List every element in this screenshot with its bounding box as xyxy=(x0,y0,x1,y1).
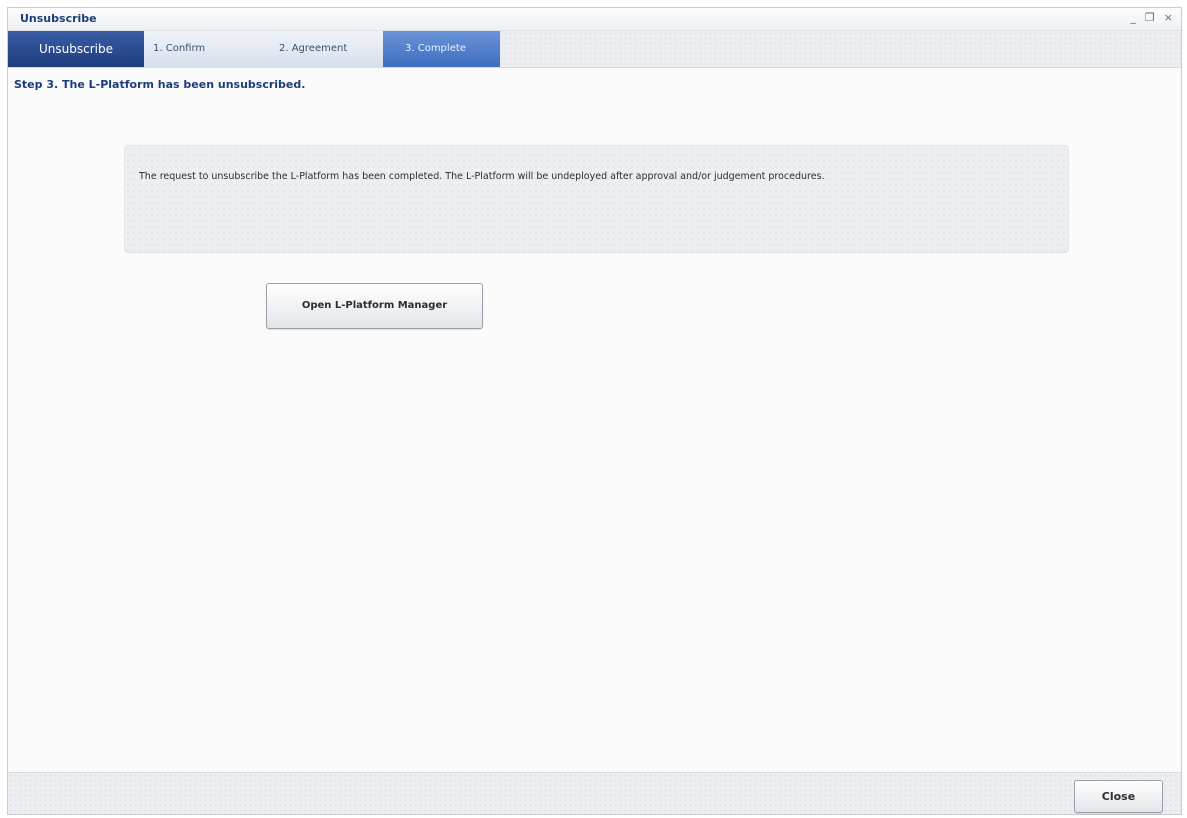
step-heading: Step 3. The L-Platform has been unsubscr… xyxy=(14,78,306,91)
close-button[interactable]: Close xyxy=(1074,780,1163,813)
step-complete: 3. Complete xyxy=(383,31,500,67)
wizard-name: Unsubscribe xyxy=(8,31,144,67)
restore-icon[interactable]: ❐ xyxy=(1145,11,1155,25)
unsubscribe-dialog: Unsubscribe _ ❐ × Unsubscribe 1. Confirm… xyxy=(7,7,1182,815)
title-bar: Unsubscribe _ ❐ × xyxy=(8,8,1181,31)
minimize-icon[interactable]: _ xyxy=(1130,11,1136,25)
step-label: 1. Confirm xyxy=(153,43,206,54)
step-label: 3. Complete xyxy=(405,43,466,54)
dialog-footer: Close xyxy=(8,772,1181,814)
step-confirm: 1. Confirm xyxy=(144,31,265,67)
window-title: Unsubscribe xyxy=(20,12,97,25)
step-label: 2. Agreement xyxy=(279,43,348,54)
completion-message-panel: The request to unsubscribe the L-Platfor… xyxy=(124,145,1069,253)
step-agreement: 2. Agreement xyxy=(265,31,383,67)
completion-message: The request to unsubscribe the L-Platfor… xyxy=(139,171,825,182)
wizard-step-bar: Unsubscribe 1. Confirm 2. Agreement 3. C… xyxy=(8,31,1181,68)
window-controls: _ ❐ × xyxy=(1130,11,1173,25)
close-icon[interactable]: × xyxy=(1164,11,1173,25)
open-l-platform-manager-button[interactable]: Open L-Platform Manager xyxy=(266,283,483,329)
